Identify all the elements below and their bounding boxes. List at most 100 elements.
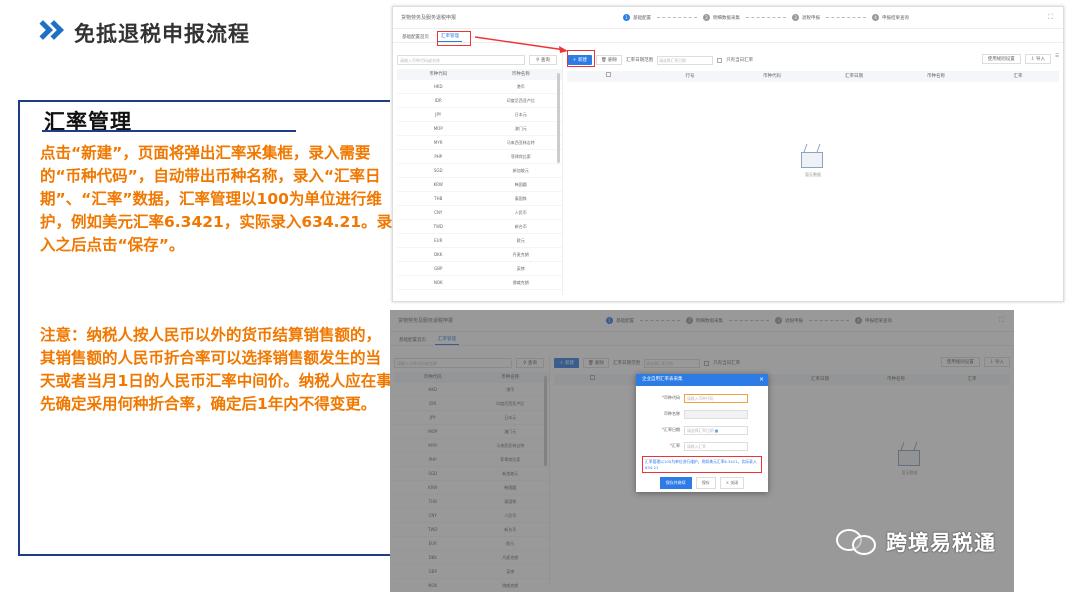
rate-date-input[interactable]: 请选择汇率日期 ▦	[684, 425, 748, 435]
currency-name: 马来西亚林吉特	[506, 140, 535, 145]
currency-row[interactable]: MYR 马来西亚林吉特	[397, 136, 562, 150]
search-button[interactable]: ⚲ 查询	[529, 55, 557, 65]
exchange-rate-dialog: 企业自用汇率表采集 × *币种代码 请输入币种代码 币种名称 *汇率日期 请选择…	[636, 374, 768, 492]
currency-name: 韩国圆	[514, 182, 527, 187]
delete-button[interactable]: 🗑 删除	[595, 55, 623, 65]
calendar-icon: ▦	[714, 427, 719, 433]
currency-name: 新加坡元	[512, 168, 529, 173]
step-4-label[interactable]: 申报结果查询	[882, 15, 909, 21]
currency-row[interactable]: DKK 丹麦克朗	[397, 248, 562, 262]
delete-button-label: 删除	[608, 58, 618, 63]
currency-row[interactable]: CNY 人民币	[397, 206, 562, 220]
step-1-dot[interactable]: 1	[623, 14, 630, 21]
step-connector	[826, 17, 866, 18]
currency-row[interactable]: TWD 新台币	[397, 220, 562, 234]
rate-input[interactable]: 请输入汇率	[684, 441, 748, 451]
today-only-checkbox[interactable]	[717, 57, 723, 63]
highlight-tab-box	[437, 31, 471, 46]
currency-search-input[interactable]: 请输入币种代码或名称	[397, 55, 525, 65]
currency-row[interactable]: KRW 韩国圆	[397, 178, 562, 192]
step-4-dot[interactable]: 4	[872, 14, 879, 21]
dialog-buttons: 保存并继续 保存 × 关闭	[636, 477, 768, 489]
currency-row[interactable]: GBP 英镑	[397, 262, 562, 276]
currency-code: HKD	[433, 84, 443, 89]
field-rate: *汇率 请输入汇率	[636, 438, 768, 454]
empty-box-icon	[795, 140, 831, 170]
step-3-label[interactable]: 退税申报	[802, 15, 820, 21]
info-panel: 汇率管理 点击“新建”，页面将弹出汇率采集框，录入需要的“币种代码”，自动带出币…	[18, 100, 392, 556]
currency-name: 澳门元	[514, 126, 527, 131]
tab-basic-config[interactable]: 基础配置首页	[399, 32, 432, 42]
step-2-label[interactable]: 明细数据采集	[713, 15, 740, 21]
currency-name: 挪威克朗	[512, 280, 529, 285]
currency-code: MYR	[433, 140, 443, 145]
currency-name: 英镑	[516, 266, 525, 271]
currency-row[interactable]: EUR 欧元	[397, 234, 562, 248]
step-3-dot[interactable]: 3	[792, 14, 799, 21]
empty-state: 暂无数据	[795, 140, 831, 178]
col-checkbox[interactable]	[567, 71, 649, 82]
field-label: *币种代码	[662, 395, 680, 400]
currency-row[interactable]: MOP 澳门元	[397, 122, 562, 136]
field-currency-name: 币种名称	[636, 406, 768, 422]
watermark-text: 跨境易税通	[886, 531, 996, 555]
dialog-title: 企业自用汇率表采集	[642, 377, 683, 382]
close-icon[interactable]: ×	[759, 374, 764, 386]
currency-code: CNY	[434, 210, 443, 215]
double-chevron-icon	[33, 20, 66, 45]
field-label: 币种名称	[664, 411, 680, 416]
expand-icon[interactable]: ⛶	[1048, 13, 1053, 22]
field-currency-code: *币种代码 请输入币种代码	[636, 390, 768, 406]
close-button[interactable]: × 关闭	[719, 477, 745, 489]
currency-row[interactable]: PHP 菲律宾比索	[397, 150, 562, 164]
currency-row[interactable]: IDR 印度尼西亚卢比	[397, 94, 562, 108]
currency-code: PHP	[434, 154, 443, 159]
col-code: 币种代码	[763, 74, 781, 79]
currency-name: 印度尼西亚卢比	[506, 98, 535, 103]
currency-name: 港币	[516, 84, 525, 89]
currency-row[interactable]: SGD 新加坡元	[397, 164, 562, 178]
currency-code: THB	[434, 196, 443, 201]
save-continue-button[interactable]: 保存并继续	[659, 477, 692, 489]
heading-underline	[42, 130, 296, 132]
scrollbar[interactable]	[557, 73, 560, 163]
page-title: 免抵退税申报流程	[74, 22, 250, 46]
date-range-input[interactable]: 请选择汇率日期	[657, 55, 714, 65]
step-progress: 1 基础配置 2 明细数据采集 3 退税申报 4 申报结果查询	[623, 14, 912, 21]
step-1-label[interactable]: 基础配置	[633, 15, 651, 21]
currency-list: 请输入币种代码或名称 ⚲ 查询 币种代码 币种名称 HKD 港币 IDR 印度尼西亚卢…	[397, 53, 563, 295]
col-currency-name: 币种名称	[511, 72, 530, 77]
step-2-dot[interactable]: 2	[703, 14, 710, 21]
red-arrow-annotation	[474, 36, 568, 53]
currency-name-input	[684, 409, 748, 419]
currency-code: GBP	[434, 266, 443, 271]
currency-code: EUR	[434, 238, 443, 243]
close-button-label: 关闭	[730, 480, 739, 485]
wechat-icon	[836, 527, 880, 557]
save-button[interactable]: 保存	[695, 477, 716, 489]
currency-code: JPY	[435, 112, 442, 117]
currency-rows: HKD 港币 IDR 印度尼西亚卢比 JPY 日本元 MOP 澳门元 MYR 马来西亚林吉特 PHP…	[397, 80, 562, 290]
search-button-label: 查询	[540, 58, 550, 63]
rule-settings-button[interactable]: 使用规则设置	[981, 54, 1021, 64]
date-range-label: 汇率日期范围	[626, 58, 654, 63]
column-settings-icon[interactable]: ☰	[1055, 54, 1059, 64]
currency-code-input[interactable]: 请输入币种代码	[684, 393, 748, 403]
import-button[interactable]: ⇩ 导入	[1024, 54, 1051, 64]
currency-row[interactable]: THB 泰国铢	[397, 192, 562, 206]
currency-code: TWD	[433, 224, 443, 229]
currency-row[interactable]: JPY 日本元	[397, 108, 562, 122]
col-date: 汇率日期	[845, 74, 863, 79]
currency-code: DKK	[434, 252, 443, 257]
currency-code: SGD	[433, 168, 443, 173]
currency-name: 人民币	[514, 210, 527, 215]
currency-code: NOK	[433, 280, 443, 285]
currency-code: IDR	[434, 98, 442, 103]
dialog-header: 企业自用汇率表采集 ×	[636, 374, 768, 386]
slide-title: 免抵退税申报流程	[33, 18, 250, 48]
currency-row[interactable]: NOK 挪威克朗	[397, 276, 562, 290]
currency-code: MOP	[433, 126, 443, 131]
import-button-label: 导入	[1035, 57, 1045, 62]
currency-row[interactable]: HKD 港币	[397, 80, 562, 94]
toolbar: ＋ 新建 🗑 删除 汇率日期范围 请选择汇率日期 只有当日汇率 使用规则设置 ⇩…	[567, 53, 1059, 67]
